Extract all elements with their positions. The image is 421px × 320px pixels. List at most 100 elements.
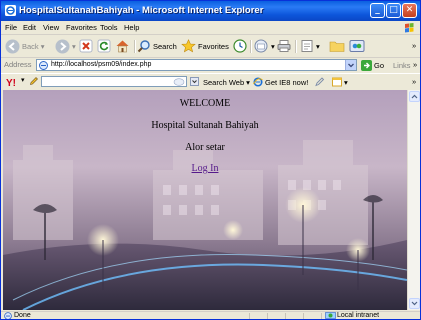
back-arrow-icon — [5, 39, 20, 53]
chevron-down-icon: ▾ — [40, 41, 45, 51]
refresh-button[interactable] — [97, 38, 111, 54]
search-icon — [137, 40, 150, 53]
status-divider — [249, 313, 250, 319]
favorites-button[interactable]: Favorites — [181, 38, 229, 54]
windows-flag-icon — [402, 22, 416, 34]
search-web-button[interactable]: Search Web ▾ — [203, 74, 250, 90]
chevron-down-icon — [348, 63, 354, 68]
login-link[interactable]: Log In — [192, 163, 219, 174]
home-button[interactable] — [115, 38, 130, 54]
maximize-button[interactable]: □ — [386, 3, 401, 18]
stop-icon — [79, 39, 93, 53]
security-zone-label: Local intranet — [337, 312, 380, 319]
get-ie8-button[interactable]: Get IE8 now! — [253, 74, 308, 90]
search-field-ornament-icon — [173, 78, 185, 86]
chevron-down-icon[interactable]: ▾ — [21, 76, 25, 84]
history-button[interactable] — [233, 38, 247, 54]
chevron-down-icon: ▾ — [72, 41, 76, 51]
go-arrow-icon — [361, 59, 372, 71]
discuss-button[interactable] — [329, 38, 345, 54]
address-url: http://localhost/psm09/index.php — [51, 61, 152, 68]
folder-icon — [329, 41, 345, 52]
forward-button[interactable]: ▾ — [55, 38, 76, 54]
pencil-icon[interactable] — [29, 76, 39, 86]
search-label: Search — [153, 41, 177, 51]
toolbar-separator — [295, 40, 297, 53]
toolbar-options-button[interactable]: ▾ — [332, 74, 348, 90]
print-button[interactable] — [277, 38, 291, 54]
vertical-scrollbar[interactable] — [407, 90, 420, 310]
scroll-down-button[interactable] — [409, 298, 420, 309]
ie8-logo-icon — [253, 77, 263, 87]
chevron-down-icon: ▾ — [344, 77, 348, 87]
star-icon — [181, 39, 196, 53]
menu-help[interactable]: Help — [124, 23, 139, 32]
mail-button[interactable]: ▾ — [254, 38, 275, 54]
stop-button[interactable] — [79, 38, 93, 54]
messenger-icon — [349, 40, 365, 52]
menu-favorites[interactable]: Favorites — [66, 23, 97, 32]
search-overflow-icon[interactable]: » — [412, 73, 416, 89]
refresh-icon — [97, 39, 111, 53]
page-content: WELCOME Hospital Sultanah Bahiyah Alor s… — [3, 90, 407, 310]
address-input[interactable]: http://localhost/psm09/index.php — [36, 59, 357, 71]
status-bar: Done Local intranet — [1, 311, 420, 319]
ie-logo-icon — [5, 5, 16, 16]
page-icon — [39, 61, 48, 70]
chevron-up-icon — [411, 94, 418, 99]
search-toolbar: Y! ▾ Search Web ▾ Get IE8 now! ▾ » — [1, 73, 420, 90]
chevron-down-icon: ▾ — [246, 77, 250, 87]
chevron-down-icon: ▾ — [316, 41, 320, 51]
status-divider — [303, 313, 304, 319]
location-text: Alor setar — [185, 142, 225, 153]
ie-window: HospitalSultanahBahiyah - Microsoft Inte… — [0, 0, 421, 320]
status-text: Done — [14, 312, 31, 319]
intranet-zone-icon — [325, 312, 336, 319]
address-bar: Address http://localhost/psm09/index.php… — [1, 58, 420, 72]
yahoo-logo-icon: Y! — [6, 78, 16, 87]
back-button[interactable]: Back ▾ — [5, 38, 44, 54]
title-bar[interactable]: HospitalSultanahBahiyah - Microsoft Inte… — [1, 1, 420, 21]
svg-text:Y!: Y! — [6, 78, 16, 87]
search-button[interactable]: Search — [137, 38, 177, 54]
toolbar-separator — [250, 40, 252, 53]
status-divider — [321, 313, 322, 319]
chevron-down-icon: ▾ — [271, 41, 275, 51]
window-options-icon — [332, 77, 342, 87]
close-button[interactable]: ✕ — [402, 3, 417, 18]
search-web-label: Search Web — [203, 77, 245, 87]
address-label: Address — [4, 60, 32, 69]
links-button[interactable]: Links — [393, 57, 411, 73]
links-label: Links — [393, 60, 411, 70]
status-divider — [267, 313, 268, 319]
search-dropdown-button[interactable] — [190, 77, 199, 86]
address-overflow-icon[interactable]: » — [413, 56, 417, 72]
menu-tools[interactable]: Tools — [100, 23, 118, 32]
back-label: Back — [22, 41, 39, 51]
scroll-up-button[interactable] — [409, 91, 420, 102]
messenger-button[interactable] — [349, 38, 365, 54]
go-button[interactable]: Go — [361, 57, 384, 73]
history-icon — [233, 39, 247, 53]
go-label: Go — [374, 60, 385, 70]
menu-edit[interactable]: Edit — [23, 23, 36, 32]
status-divider — [285, 313, 286, 319]
chevron-down-icon — [411, 301, 418, 306]
menu-file[interactable]: File — [5, 23, 17, 32]
edit-button[interactable]: ▾ — [300, 38, 320, 54]
home-icon — [116, 40, 129, 53]
forward-arrow-icon — [55, 39, 70, 53]
window-title: HospitalSultanahBahiyah - Microsoft Inte… — [19, 5, 264, 16]
toolbar-overflow-icon[interactable]: » — [412, 37, 416, 53]
printer-icon — [277, 40, 291, 52]
maximize-icon: □ — [389, 5, 398, 15]
address-dropdown[interactable] — [345, 60, 356, 70]
get-ie8-label: Get IE8 now! — [265, 77, 309, 87]
minimize-icon: _ — [375, 5, 380, 15]
highlighter-icon[interactable] — [314, 77, 325, 87]
standard-toolbar: Back ▾ ▾ Search Favorites ▾ ▾ » — [1, 35, 420, 58]
menu-view[interactable]: View — [43, 23, 59, 32]
edit-page-icon — [301, 40, 313, 52]
yahoo-search-input[interactable] — [41, 76, 187, 87]
minimize-button[interactable]: _ — [370, 3, 385, 18]
